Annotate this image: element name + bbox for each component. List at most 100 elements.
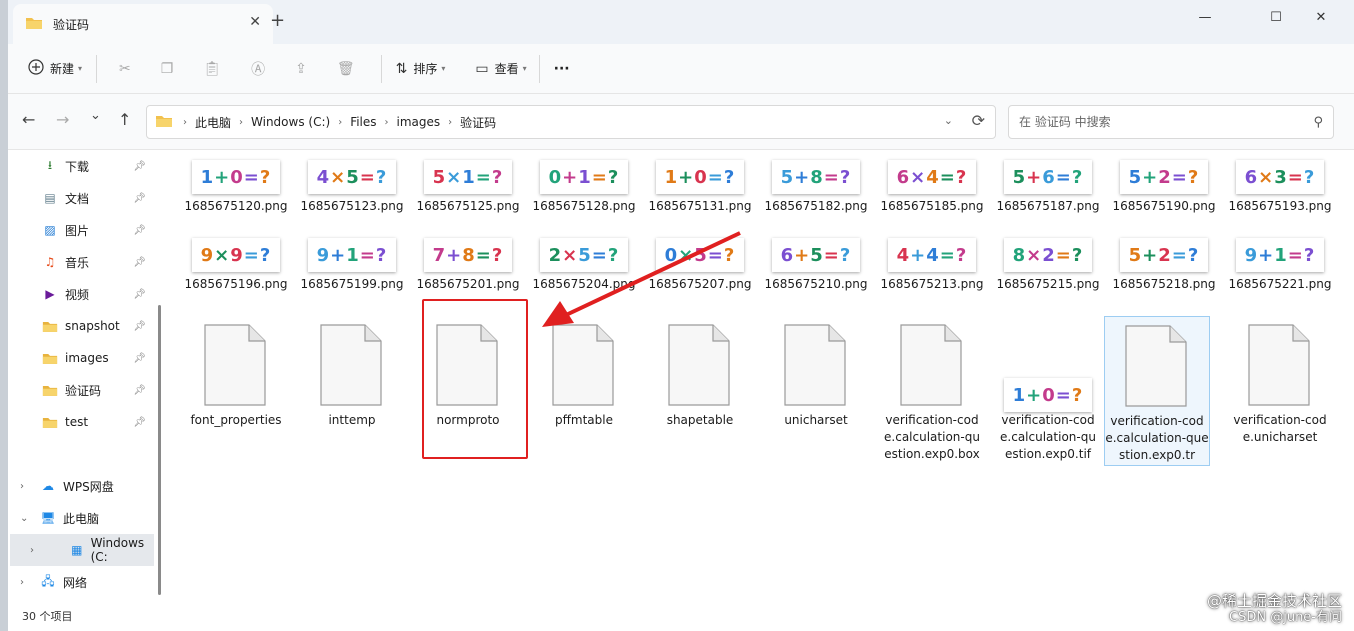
file-item[interactable]: pffmtable — [526, 316, 642, 462]
pin-icon[interactable]: 📌︎ — [133, 257, 146, 268]
chevron-right-icon: › — [338, 116, 343, 128]
pin-icon[interactable]: 📌︎ — [133, 289, 146, 300]
tab-current[interactable]: 验证码 ✕ — [13, 4, 273, 44]
file-item[interactable]: 6 +5 =? 1685675210.png — [758, 228, 874, 304]
chevron-right-icon[interactable]: › — [30, 545, 34, 556]
file-item[interactable]: unicharset — [758, 316, 874, 462]
command-bar: 新建 ▾ ✂ ❐ 📋︎ Ⓐ ⇪ 🗑︎ ⇅ 排序 ▾ ▭ 查看 ▾ ··· — [8, 44, 1354, 94]
file-item[interactable]: normproto — [410, 316, 526, 462]
sidebar-item-7[interactable]: 验证码 📌︎ — [8, 374, 148, 406]
minimize-button[interactable]: — — [1182, 4, 1228, 30]
file-item[interactable]: 5 +2 =? 1685675190.png — [1106, 150, 1222, 226]
tree-item-0[interactable]: › ☁ WPS网盘 — [8, 470, 148, 502]
share-button[interactable]: ⇪ — [289, 52, 319, 86]
file-item[interactable]: 2 × 5 =? 1685675204.png — [526, 228, 642, 304]
file-item[interactable]: verification-code.calculation-question.e… — [874, 316, 990, 462]
pin-icon[interactable]: 📌︎ — [133, 353, 146, 364]
sidebar-item-label: images — [65, 351, 109, 365]
new-button[interactable]: 新建 ▾ — [22, 52, 88, 86]
file-item[interactable]: 9 +1 =? 1685675221.png — [1222, 228, 1338, 304]
file-item[interactable]: font_properties — [178, 316, 294, 462]
sidebar-item-6[interactable]: images 📌︎ — [8, 342, 148, 374]
chevron-right-icon[interactable]: › — [20, 577, 24, 588]
sidebar-item-2[interactable]: ▨ 图片 📌︎ — [8, 214, 148, 246]
rename-button[interactable]: Ⓐ — [245, 52, 277, 86]
tree-item-2[interactable]: › ▦ Windows (C: — [10, 534, 154, 566]
file-item[interactable]: verification-code.unicharset — [1222, 316, 1338, 462]
chevron-down-icon[interactable]: ⌄ — [944, 114, 953, 127]
address-bar[interactable]: › 此电脑 › Windows (C:) › Files › images › … — [146, 105, 996, 139]
sidebar-item-5[interactable]: snapshot 📌︎ — [8, 310, 148, 342]
pin-icon[interactable]: 📌︎ — [133, 225, 146, 236]
file-item[interactable]: 5 +6 =? 1685675187.png — [990, 150, 1106, 226]
search-icon[interactable]: ⚲ — [1313, 115, 1323, 130]
back-button[interactable]: ← — [22, 110, 35, 129]
refresh-button[interactable]: ⟳ — [972, 111, 985, 130]
sidebar-item-8[interactable]: test 📌︎ — [8, 406, 148, 438]
search-input[interactable] — [1019, 115, 1314, 129]
file-item[interactable]: 1 +0 =? 1685675120.png — [178, 150, 294, 226]
file-item[interactable]: 5 +8 =? 1685675182.png — [758, 150, 874, 226]
pin-icon[interactable]: 📌︎ — [133, 193, 146, 204]
file-item[interactable]: 9 +1 =? 1685675199.png — [294, 228, 410, 304]
sidebar-item-1[interactable]: ▤ 文档 📌︎ — [8, 182, 148, 214]
breadcrumb-this-pc[interactable]: 此电脑 — [195, 114, 231, 131]
file-item[interactable]: 6 × 3 =? 1685675193.png — [1222, 150, 1338, 226]
file-item[interactable]: shapetable — [642, 316, 758, 462]
file-item[interactable]: 5 × 1 =? 1685675125.png — [410, 150, 526, 226]
pin-icon[interactable]: 📌︎ — [133, 385, 146, 396]
file-item[interactable]: 9 × 9 =? 1685675196.png — [178, 228, 294, 304]
sidebar-item-4[interactable]: ▶ 视频 📌︎ — [8, 278, 148, 310]
file-item[interactable]: 0 +1 =? 1685675128.png — [526, 150, 642, 226]
clipboard-icon: 📋︎ — [203, 60, 222, 77]
breadcrumb-images[interactable]: images — [397, 115, 441, 129]
watermark-line2: CSDN @june-有问 — [1229, 610, 1342, 625]
chevron-right-icon: › — [448, 116, 453, 128]
tree-item-3[interactable]: › 🖧 网络 — [8, 566, 148, 598]
chevron-down-icon[interactable]: ⌄ — [20, 513, 28, 524]
sort-icon: ⇅ — [395, 60, 408, 77]
title-bar: 验证码 ✕ + — ☐ ✕ — [8, 0, 1354, 44]
pin-icon[interactable]: 📌︎ — [133, 417, 146, 428]
chevron-right-icon[interactable]: › — [20, 481, 24, 492]
file-item[interactable]: 0 × 5 =? 1685675207.png — [642, 228, 758, 304]
up-button[interactable]: ↑ — [118, 110, 131, 129]
delete-button[interactable]: 🗑︎ — [331, 52, 367, 86]
sidebar-scrollbar[interactable] — [156, 150, 162, 600]
captcha-thumbnail: 9 +1 =? — [1236, 238, 1324, 272]
file-item[interactable]: 1 +0 =? verification-code.calculation-quest… — [990, 316, 1106, 462]
breadcrumb-current[interactable]: 验证码 — [460, 114, 496, 131]
forward-button[interactable]: → — [56, 110, 69, 129]
item-count: 30 个项目 — [22, 609, 73, 623]
file-item[interactable]: 5 +2 =? 1685675218.png — [1106, 228, 1222, 304]
tree-item-1[interactable]: ⌄ 🖥︎ 此电脑 — [8, 502, 148, 534]
copy-button[interactable]: ❐ — [155, 52, 186, 86]
file-item[interactable]: 6 × 4 =? 1685675185.png — [874, 150, 990, 226]
file-item-selected[interactable]: verification-code.calculation-question.e… — [1104, 316, 1210, 466]
maximize-button[interactable]: ☐ — [1253, 4, 1299, 30]
pin-icon[interactable]: 📌︎ — [133, 161, 146, 172]
file-item[interactable]: 4 +4 =? 1685675213.png — [874, 228, 990, 304]
file-item[interactable]: 1 +0 =? 1685675131.png — [642, 150, 758, 226]
pin-icon[interactable]: 📌︎ — [133, 321, 146, 332]
new-tab-button[interactable]: + — [270, 10, 285, 31]
sidebar-item-0[interactable]: ⭳ 下载 📌︎ — [8, 150, 148, 182]
more-button[interactable]: ··· — [548, 52, 576, 86]
paste-button[interactable]: 📋︎ — [197, 52, 233, 86]
view-button[interactable]: ▭ 查看 ▾ — [469, 52, 532, 86]
close-tab-icon[interactable]: ✕ — [249, 14, 261, 30]
file-item[interactable]: inttemp — [294, 316, 410, 462]
captcha-thumbnail: 5 +6 =? — [1004, 160, 1092, 194]
sidebar-item-3[interactable]: ♫ 音乐 📌︎ — [8, 246, 148, 278]
file-item[interactable]: 7 +8 =? 1685675201.png — [410, 228, 526, 304]
file-name: 1685675193.png — [1228, 199, 1332, 213]
cut-button[interactable]: ✂ — [113, 52, 143, 86]
close-window-button[interactable]: ✕ — [1298, 4, 1344, 30]
sort-button[interactable]: ⇅ 排序 ▾ — [390, 52, 452, 86]
file-item[interactable]: 4 × 5 =? 1685675123.png — [294, 150, 410, 226]
breadcrumb-windows-c[interactable]: Windows (C:) — [251, 115, 330, 129]
breadcrumb-files[interactable]: Files — [350, 115, 376, 129]
recent-locations-button[interactable]: ⌄ — [90, 108, 101, 123]
file-item[interactable]: 8 × 2 =? 1685675215.png — [990, 228, 1106, 304]
scrollbar-thumb[interactable] — [158, 305, 161, 595]
